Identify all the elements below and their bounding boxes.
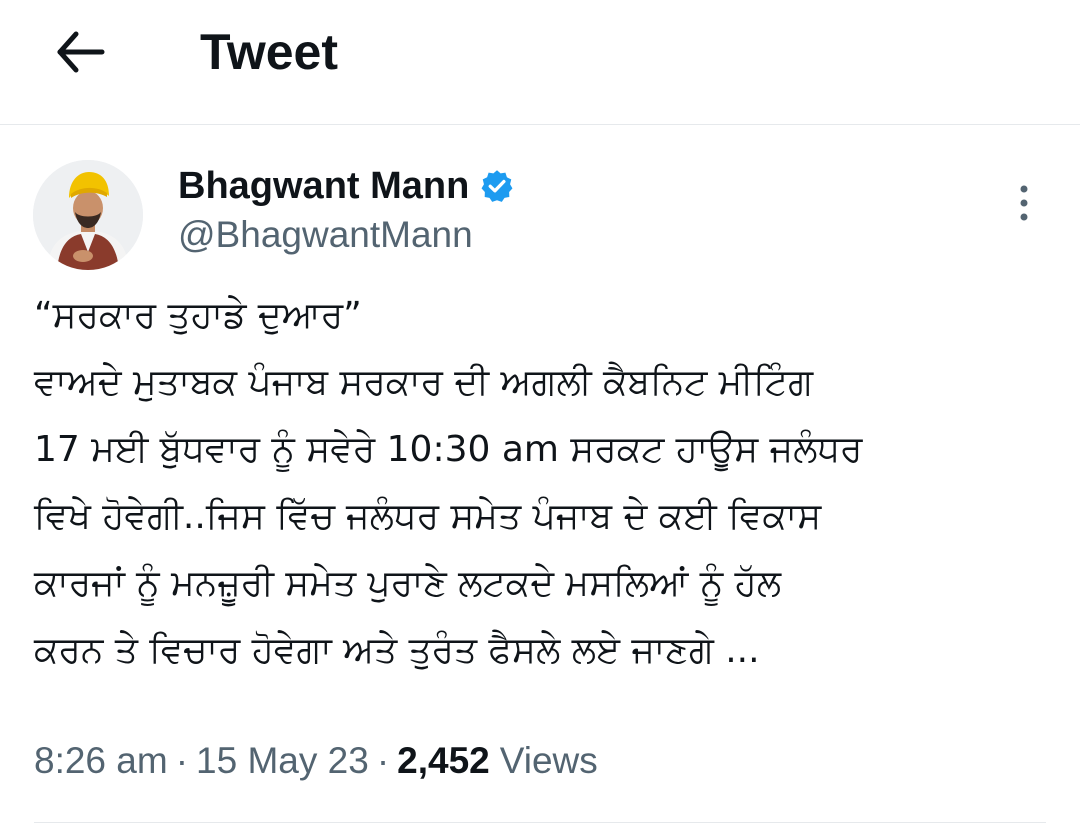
meta-separator: ·: [175, 740, 189, 781]
more-vertical-icon: [1020, 185, 1028, 221]
profile-photo: [33, 160, 143, 270]
tweet-meta: 8:26 am · 15 May 23 · 2,452 Views: [34, 736, 598, 786]
tweet-line: ਵਿਖੇ ਹੋਵੇਗੀ..ਜਿਸ ਵਿੱਚ ਜਲੰਧਰ ਸਮੇਤ ਪੰਜਾਬ ਦ…: [34, 496, 822, 537]
meta-separator: ·: [376, 740, 390, 781]
avatar[interactable]: [33, 160, 143, 270]
tweet-time[interactable]: 8:26 am: [34, 740, 168, 782]
author-handle[interactable]: @BhagwantMann: [178, 212, 473, 258]
back-button[interactable]: [44, 20, 116, 84]
tweet-line: ਕਾਰਜਾਂ ਨੂੰ ਮਨਜ਼ੂਰੀ ਸਮੇਤ ਪੁਰਾਣੇ ਲਟਕਦੇ ਮਸਲ…: [34, 563, 782, 604]
tweet-line: ਕਰਨ ਤੇ ਵਿਚਾਰ ਹੋਵੇਗਾ ਅਤੇ ਤੁਰੰਤ ਫੈਸਲੇ ਲਏ ਜ…: [34, 630, 760, 671]
tweet-text: “ਸਰਕਾਰ ਤੁਹਾਡੇ ਦੁਆਰ” ਵਾਅਦੇ ਮੁਤਾਬਕ ਪੰਜਾਬ ਸ…: [34, 282, 1054, 684]
tweet-line: “ਸਰਕਾਰ ਤੁਹਾਡੇ ਦੁਆਰ”: [34, 295, 362, 336]
verified-badge-icon: [479, 168, 515, 204]
arrow-left-icon: [57, 31, 105, 73]
divider: [34, 822, 1046, 823]
tweet-line: 17 ਮਈ ਬੁੱਧਵਾਰ ਨੂੰ ਸਵੇਰੇ 10:30 am ਸਰਕਟ ਹਾ…: [34, 429, 863, 470]
author-name[interactable]: Bhagwant Mann: [178, 165, 469, 208]
views-label[interactable]: Views: [500, 740, 598, 782]
tweet-date[interactable]: 15 May 23: [196, 740, 369, 782]
tweet-line: ਵਾਅਦੇ ਮੁਤਾਬਕ ਪੰਜਾਬ ਸਰਕਾਰ ਦੀ ਅਗਲੀ ਕੈਬਨਿਟ …: [34, 362, 814, 403]
page-title: Tweet: [200, 24, 338, 80]
top-bar: Tweet: [0, 0, 1080, 125]
author-name-row[interactable]: Bhagwant Mann: [178, 162, 515, 210]
views-count[interactable]: 2,452: [397, 740, 490, 782]
more-options-button[interactable]: [1004, 180, 1044, 226]
